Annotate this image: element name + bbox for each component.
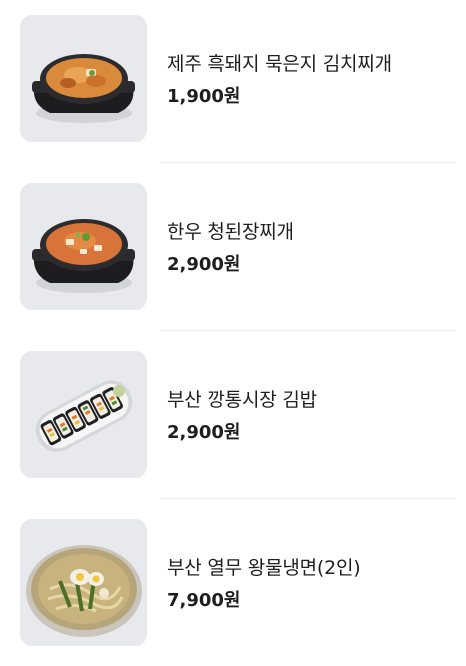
menu-item-name: 부산 열무 왕물냉면(2인): [167, 557, 361, 579]
kimchi-stew-image[interactable]: [20, 15, 147, 142]
menu-item-price: 2,900원: [167, 422, 241, 443]
menu-item-name: 부산 깡통시장 김밥: [167, 389, 317, 411]
menu-item-price: 2,900원: [167, 254, 241, 275]
menu-item[interactable]: 제주 흑돼지 묵은지 김치찌개 1,900원: [0, 0, 466, 168]
menu-item-price: 7,900원: [167, 590, 241, 611]
doenjang-stew-image[interactable]: [20, 183, 147, 310]
menu-item-name: 한우 청된장찌개: [167, 221, 294, 243]
menu-item-info: 제주 흑돼지 묵은지 김치찌개 1,900원: [167, 52, 456, 108]
divider: [160, 498, 456, 499]
menu-item[interactable]: 한우 청된장찌개 2,900원: [0, 168, 466, 336]
menu-item-info: 부산 깡통시장 김밥 2,900원: [167, 388, 456, 444]
menu-item-price: 1,900원: [167, 86, 241, 107]
cold-noodle-image[interactable]: [20, 519, 147, 646]
menu-item[interactable]: 부산 열무 왕물냉면(2인) 7,900원: [0, 504, 466, 666]
divider: [160, 162, 456, 163]
menu-item-info: 한우 청된장찌개 2,900원: [167, 220, 456, 276]
divider: [160, 330, 456, 331]
menu-list: 제주 흑돼지 묵은지 김치찌개 1,900원 한우 청된장찌개 2,900원 부…: [0, 0, 466, 666]
menu-item-info: 부산 열무 왕물냉면(2인) 7,900원: [167, 556, 456, 612]
menu-item[interactable]: 부산 깡통시장 김밥 2,900원: [0, 336, 466, 504]
gimbap-image[interactable]: [20, 351, 147, 478]
menu-item-name: 제주 흑돼지 묵은지 김치찌개: [167, 53, 392, 75]
